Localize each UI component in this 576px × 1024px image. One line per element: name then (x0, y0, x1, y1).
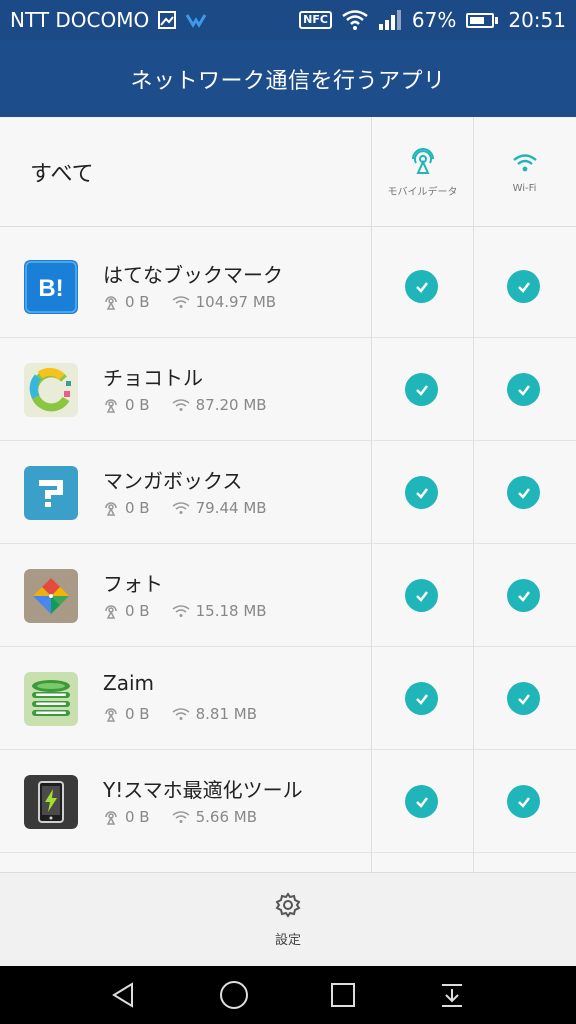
battery-percent: 67% (411, 8, 457, 32)
hatena-bookmark-icon: B! (24, 260, 78, 314)
mobile-usage: 0 B (125, 396, 150, 414)
wifi-status-icon (342, 10, 368, 30)
wifi-checkbox[interactable] (507, 682, 540, 715)
home-icon[interactable] (219, 980, 249, 1010)
check-icon (517, 281, 530, 293)
wifi-usage: 5.66 MB (195, 808, 258, 826)
wifi-column-header[interactable]: Wi-Fi (473, 117, 575, 227)
chocotoru-icon (24, 363, 78, 417)
carrier-name: NTT DOCOMO (10, 8, 150, 32)
mobile-data-checkbox[interactable] (405, 270, 438, 303)
list-item: B! はてなブックマーク 0 B 104.97 MB (0, 235, 576, 338)
app-name: チョコトル (103, 366, 203, 390)
mobile-data-small-icon (105, 296, 117, 310)
list-item: Y!スマホ最適化ツール 0 B 5.66 MB (0, 750, 576, 853)
wifi-small-icon (172, 605, 190, 617)
all-apps-toggle[interactable]: すべて (30, 117, 94, 227)
wifi-label: Wi-Fi (512, 182, 537, 194)
photos-icon (24, 569, 78, 623)
title-bar: ネットワーク通信を行うアプリ (0, 40, 576, 117)
list-item: マンガボックス 0 B 79.44 MB (0, 441, 576, 544)
wifi-usage: 15.18 MB (195, 602, 267, 620)
clock: 20:51 (508, 8, 566, 32)
wifi-checkbox[interactable] (507, 476, 540, 509)
list-header: すべて モバイルデータ Wi-Fi (0, 117, 576, 227)
mobile-data-checkbox[interactable] (405, 476, 438, 509)
mobile-usage: 0 B (125, 808, 150, 826)
app-notification-icon (185, 14, 207, 28)
mobile-usage: 0 B (125, 499, 150, 517)
check-icon (415, 590, 428, 602)
check-icon (415, 796, 428, 808)
wifi-usage: 8.81 MB (195, 705, 258, 723)
mobile-data-small-icon (105, 811, 117, 825)
back-icon[interactable] (110, 981, 138, 1009)
check-icon (517, 487, 530, 499)
gallery-notification-icon (158, 11, 177, 29)
check-icon (517, 693, 530, 705)
mobile-data-small-icon (105, 708, 117, 722)
all-apps-label: すべて (30, 162, 94, 187)
notification-shade-icon[interactable] (438, 981, 466, 1009)
mobile-usage: 0 B (125, 602, 150, 620)
page-title: ネットワーク通信を行うアプリ (130, 68, 446, 94)
mobile-data-small-icon (105, 399, 117, 413)
gear-icon (275, 892, 301, 918)
wifi-small-icon (172, 811, 190, 823)
mobile-data-checkbox[interactable] (405, 682, 438, 715)
settings-bar: 設定 (0, 872, 576, 966)
wifi-small-icon (172, 708, 190, 720)
check-icon (415, 693, 428, 705)
wifi-usage: 87.20 MB (195, 396, 267, 414)
recent-apps-icon[interactable] (329, 981, 357, 1009)
wifi-checkbox[interactable] (507, 373, 540, 406)
status-bar: NTT DOCOMO NFC 67% 20:51 (0, 0, 576, 40)
check-icon (517, 796, 530, 808)
mobile-data-icon (411, 147, 434, 174)
mobile-data-small-icon (105, 502, 117, 516)
list-item: フォト 0 B 15.18 MB (0, 544, 576, 647)
app-name: はてなブックマーク (103, 263, 283, 287)
app-name: マンガボックス (103, 469, 243, 493)
manga-box-icon (24, 466, 78, 520)
zaim-icon (24, 672, 78, 726)
wifi-checkbox[interactable] (507, 579, 540, 612)
check-icon (415, 384, 428, 396)
wifi-small-icon (172, 399, 190, 411)
svg-text:B!: B! (38, 275, 63, 302)
mobile-data-small-icon (105, 605, 117, 619)
settings-button[interactable]: 設定 (274, 891, 302, 948)
check-icon (415, 487, 428, 499)
wifi-usage: 79.44 MB (195, 499, 267, 517)
mobile-usage: 0 B (125, 293, 150, 311)
app-name: フォト (103, 572, 163, 596)
check-icon (517, 590, 530, 602)
wifi-checkbox[interactable] (507, 270, 540, 303)
nfc-icon: NFC (299, 11, 332, 29)
signal-strength-icon (378, 10, 401, 30)
yahoo-optimizer-icon (24, 775, 78, 829)
wifi-icon (512, 153, 537, 171)
navigation-bar (0, 966, 576, 1024)
mobile-data-label: モバイルデータ (387, 186, 458, 198)
app-name: Zaim (103, 671, 154, 695)
wifi-small-icon (172, 296, 190, 308)
mobile-data-checkbox[interactable] (405, 785, 438, 818)
list-item: チョコトル 0 B 87.20 MB (0, 338, 576, 441)
app-list[interactable]: B! はてなブックマーク 0 B 104.97 MB チョコトル 0 B 87.… (0, 235, 576, 872)
mobile-data-checkbox[interactable] (405, 579, 438, 612)
mobile-usage: 0 B (125, 705, 150, 723)
settings-label: 設定 (274, 933, 301, 948)
mobile-data-checkbox[interactable] (405, 373, 438, 406)
check-icon (517, 384, 530, 396)
wifi-small-icon (172, 502, 190, 514)
wifi-checkbox[interactable] (507, 785, 540, 818)
mobile-data-column-header[interactable]: モバイルデータ (371, 117, 473, 227)
check-icon (415, 281, 428, 293)
battery-icon (466, 12, 499, 28)
list-item: Zaim 0 B 8.81 MB (0, 647, 576, 750)
app-name: Y!スマホ最適化ツール (103, 778, 303, 802)
wifi-usage: 104.97 MB (195, 293, 277, 311)
